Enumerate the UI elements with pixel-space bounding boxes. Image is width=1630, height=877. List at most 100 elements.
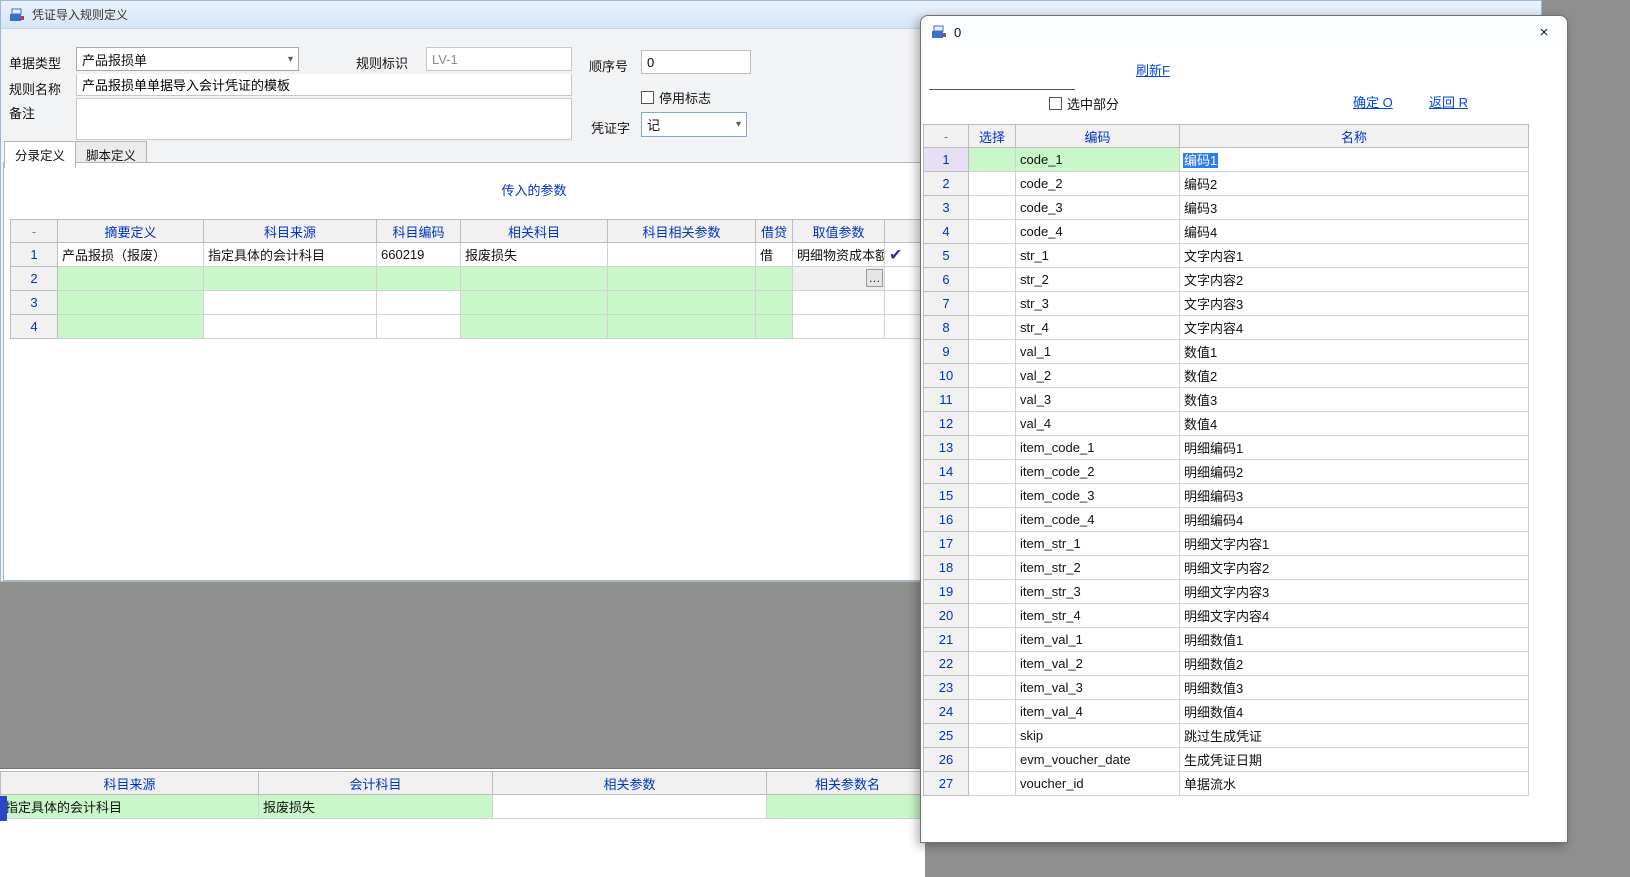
voucher-word-combobox[interactable]: 记 ▾ xyxy=(641,112,747,137)
select-cell[interactable] xyxy=(969,652,1016,676)
row-number-cell[interactable]: 10 xyxy=(924,364,969,388)
search-underline-field[interactable] xyxy=(929,89,1075,90)
code-cell[interactable]: val_4 xyxy=(1016,412,1180,436)
row-number-cell[interactable]: 3 xyxy=(11,291,58,315)
dialog-table-row[interactable]: 27voucher_id单据流水 xyxy=(924,772,1529,796)
dialog-column-header[interactable]: 名称 xyxy=(1180,125,1529,148)
bottom-column-header[interactable]: 科目来源 xyxy=(1,772,259,795)
row-number-cell[interactable]: 2 xyxy=(11,267,58,291)
dialog-table-row[interactable]: 20 item_str_4明细文字内容4 xyxy=(924,604,1529,628)
refresh-link[interactable]: 刷新F xyxy=(1136,60,1170,79)
select-cell[interactable] xyxy=(969,628,1016,652)
bottom-column-header[interactable]: 相关参数名 xyxy=(767,772,926,795)
rule-id-input[interactable] xyxy=(426,47,572,71)
row-number-cell[interactable]: 6 xyxy=(924,268,969,292)
row-number-cell[interactable]: 21 xyxy=(924,628,969,652)
name-cell[interactable]: 数值3 xyxy=(1180,388,1529,412)
select-cell[interactable] xyxy=(969,148,1016,172)
entry-cell[interactable] xyxy=(756,267,793,291)
entry-cell[interactable]: 明细物资成本额 xyxy=(793,243,885,267)
dialog-table-row[interactable]: 12val_4数值4 xyxy=(924,412,1529,436)
row-number-cell[interactable]: 26 xyxy=(924,748,969,772)
row-number-cell[interactable]: 4 xyxy=(924,220,969,244)
entry-cell[interactable]: … xyxy=(793,267,885,291)
name-cell[interactable]: 跳过生成凭证 xyxy=(1180,724,1529,748)
dialog-table-row[interactable]: 23item_val_3明细数值3 xyxy=(924,676,1529,700)
row-number-cell[interactable]: 1 xyxy=(11,243,58,267)
code-cell[interactable]: voucher_id xyxy=(1016,772,1180,796)
dialog-table-row[interactable]: 11val_3数值3 xyxy=(924,388,1529,412)
dialog-table-row[interactable]: 13item_code_1明细编码1 xyxy=(924,436,1529,460)
select-cell[interactable] xyxy=(969,724,1016,748)
doc-type-combobox[interactable]: 产品报损单 ▾ xyxy=(76,47,299,71)
entry-cell[interactable] xyxy=(377,315,461,339)
dialog-table-row[interactable]: 14item_code_2明细编码2 xyxy=(924,460,1529,484)
select-cell[interactable] xyxy=(969,412,1016,436)
entry-cell[interactable] xyxy=(377,267,461,291)
select-cell[interactable] xyxy=(969,460,1016,484)
name-cell[interactable]: 文字内容2 xyxy=(1180,268,1529,292)
select-part-checkbox[interactable] xyxy=(1049,97,1062,110)
name-cell[interactable]: 明细文字内容4 xyxy=(1180,604,1529,628)
entry-column-header[interactable]: 取值参数 xyxy=(793,220,885,243)
dialog-table-row[interactable]: 8str_4文字内容4 xyxy=(924,316,1529,340)
name-cell[interactable]: 明细编码1 xyxy=(1180,436,1529,460)
code-cell[interactable]: item_str_3 xyxy=(1016,580,1180,604)
dialog-table-row[interactable]: 2code_2编码2 xyxy=(924,172,1529,196)
code-cell[interactable]: code_2 xyxy=(1016,172,1180,196)
row-number-cell[interactable]: 27 xyxy=(924,772,969,796)
row-number-cell[interactable]: 20 xyxy=(924,604,969,628)
select-cell[interactable] xyxy=(969,388,1016,412)
row-number-cell[interactable]: 5 xyxy=(924,244,969,268)
select-cell[interactable] xyxy=(969,532,1016,556)
entry-cell[interactable] xyxy=(793,315,885,339)
entry-column-header[interactable]: - xyxy=(11,220,58,243)
select-cell[interactable] xyxy=(969,316,1016,340)
code-cell[interactable]: code_4 xyxy=(1016,220,1180,244)
dialog-titlebar[interactable]: 0 xyxy=(921,16,1567,48)
name-cell[interactable]: 明细文字内容1 xyxy=(1180,532,1529,556)
row-number-cell[interactable]: 12 xyxy=(924,412,969,436)
dialog-table-row[interactable]: 26evm_voucher_date生成凭证日期 xyxy=(924,748,1529,772)
entry-cell[interactable] xyxy=(461,267,608,291)
dialog-table-row[interactable]: 7str_3文字内容3 xyxy=(924,292,1529,316)
row-number-cell[interactable]: 15 xyxy=(924,484,969,508)
entry-cell[interactable] xyxy=(58,291,204,315)
dialog-table-row[interactable]: 19 item_str_3明细文字内容3 xyxy=(924,580,1529,604)
code-cell[interactable]: val_1 xyxy=(1016,340,1180,364)
entry-cell[interactable] xyxy=(793,291,885,315)
row-number-cell[interactable]: 1 xyxy=(924,148,969,172)
select-cell[interactable] xyxy=(969,292,1016,316)
entry-column-header[interactable]: 科目编码 xyxy=(377,220,461,243)
sequence-input[interactable] xyxy=(641,50,751,74)
dialog-table-row[interactable]: 25skip跳过生成凭证 xyxy=(924,724,1529,748)
entry-cell[interactable]: 报废损失 xyxy=(461,243,608,267)
code-cell[interactable]: item_val_2 xyxy=(1016,652,1180,676)
code-cell[interactable]: item_str_4 xyxy=(1016,604,1180,628)
code-cell[interactable]: code_3 xyxy=(1016,196,1180,220)
bottom-cell[interactable] xyxy=(493,795,767,819)
name-cell[interactable]: 文字内容4 xyxy=(1180,316,1529,340)
name-cell[interactable]: 文字内容1 xyxy=(1180,244,1529,268)
code-cell[interactable]: item_val_4 xyxy=(1016,700,1180,724)
select-cell[interactable] xyxy=(969,700,1016,724)
bottom-cell[interactable] xyxy=(767,795,926,819)
entry-cell[interactable] xyxy=(608,315,756,339)
dialog-table-row[interactable]: 15item_code_3明细编码3 xyxy=(924,484,1529,508)
dialog-table-row[interactable]: 3code_3编码3 xyxy=(924,196,1529,220)
select-cell[interactable] xyxy=(969,268,1016,292)
bottom-cell[interactable]: 指定具体的会计科目 xyxy=(1,795,259,819)
row-number-cell[interactable]: 19 xyxy=(924,580,969,604)
entry-cell[interactable] xyxy=(461,291,608,315)
entry-column-header[interactable]: 摘要定义 xyxy=(58,220,204,243)
row-number-cell[interactable]: 2 xyxy=(924,172,969,196)
name-cell[interactable]: 明细文字内容2 xyxy=(1180,556,1529,580)
bottom-cell[interactable]: 报废损失 xyxy=(259,795,493,819)
rule-name-input[interactable] xyxy=(76,74,572,96)
select-cell[interactable] xyxy=(969,172,1016,196)
name-cell[interactable]: 编码4 xyxy=(1180,220,1529,244)
name-cell[interactable]: 明细文字内容3 xyxy=(1180,580,1529,604)
dialog-table-row[interactable]: 16item_code_4明细编码4 xyxy=(924,508,1529,532)
row-number-cell[interactable]: 22 xyxy=(924,652,969,676)
name-cell[interactable]: 数值2 xyxy=(1180,364,1529,388)
